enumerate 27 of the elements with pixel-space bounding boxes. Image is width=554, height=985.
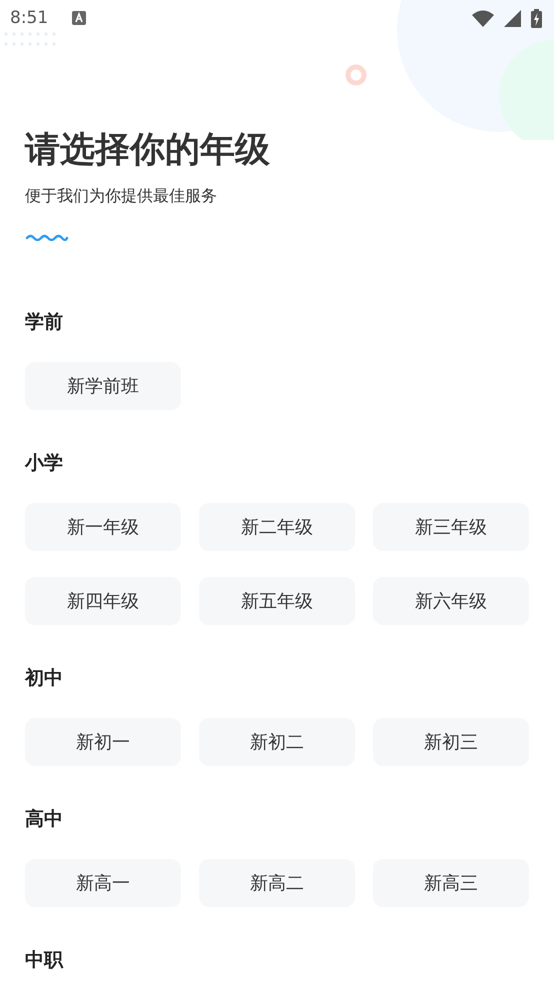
page-subtitle: 便于我们为你提供最佳服务	[25, 185, 218, 207]
signal-icon	[504, 10, 521, 26]
grade-button[interactable]: 新二年级	[199, 503, 355, 551]
grade-button[interactable]: 新六年级	[373, 577, 529, 625]
grade-button[interactable]: 新三年级	[373, 503, 529, 551]
grade-button[interactable]: 新初三	[373, 718, 529, 766]
grade-button[interactable]: 新学前班	[25, 362, 181, 410]
ring-icon	[345, 64, 367, 86]
section-heading: 中职	[25, 949, 64, 971]
status-time: 8:51	[10, 8, 48, 28]
wifi-icon	[472, 10, 494, 26]
grade-button[interactable]: 新高二	[199, 859, 355, 907]
section-heading: 高中	[25, 808, 64, 830]
grade-button[interactable]: 新初二	[199, 718, 355, 766]
grade-button[interactable]: 新五年级	[199, 577, 355, 625]
section-heading: 初中	[25, 667, 64, 689]
grade-button[interactable]: 新高一	[25, 859, 181, 907]
section-heading: 学前	[25, 311, 64, 333]
notification-icon	[72, 11, 86, 25]
grade-button[interactable]: 新高三	[373, 859, 529, 907]
grade-button[interactable]: 新初一	[25, 718, 181, 766]
page-title: 请选择你的年级	[25, 130, 271, 170]
grade-button[interactable]: 新四年级	[25, 577, 181, 625]
battery-icon	[531, 8, 542, 28]
grade-button[interactable]: 新一年级	[25, 503, 181, 551]
section-heading: 小学	[25, 452, 64, 474]
wave-icon	[25, 233, 69, 241]
